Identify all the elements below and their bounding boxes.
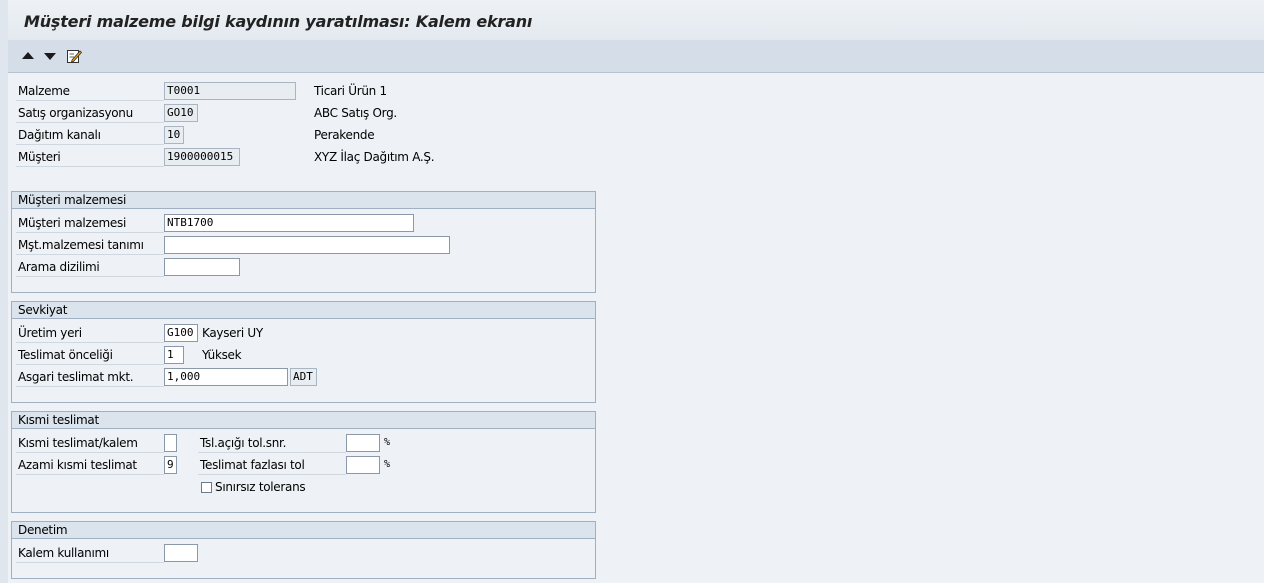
underdelivery-label: Tsl.açığı tol.snr. [198,433,346,453]
cust-material-desc-input[interactable] [164,236,450,254]
max-partial-input[interactable]: 9 [164,456,177,474]
underdelivery-unit: % [384,437,391,448]
unlimited-tolerance-label: Sınırsız tolerans [215,480,306,494]
item-usage-label: Kalem kullanımı [16,543,164,563]
underdelivery-input[interactable] [346,434,380,452]
channel-desc: Perakende [314,128,375,142]
partial-item-label: Kısmi teslimat/kalem [16,433,164,453]
search-term-label: Arama dizilimi [16,257,164,277]
cust-material-input[interactable]: NTB1700 [164,214,414,232]
edit-icon[interactable] [66,48,82,64]
overdelivery-input[interactable] [346,456,380,474]
min-qty-label: Asgari teslimat mkt. [16,367,164,387]
unit-field[interactable]: ADT [290,368,317,386]
channel-field[interactable]: 10 [164,126,184,144]
group-title: Sevkiyat [12,302,595,319]
salesorg-label: Satış organizasyonu [16,103,164,123]
item-usage-input[interactable] [164,544,198,562]
customer-label: Müşteri [16,147,164,167]
priority-desc: Yüksek [202,348,242,362]
priority-input[interactable]: 1 [164,346,184,364]
customer-desc: XYZ İlaç Dağıtım A.Ş. [314,150,435,164]
overdelivery-label: Teslimat fazlası tol [198,455,346,475]
cust-material-label: Müşteri malzemesi [16,213,164,233]
partial-item-input[interactable] [164,434,177,452]
max-partial-label: Azami kısmi teslimat [16,455,164,475]
main-content: Malzeme T0001 Ticari Ürün 1 Satış organi… [8,73,1264,583]
title-bar: Müşteri malzeme bilgi kaydının yaratılma… [8,0,1264,41]
group-title: Denetim [12,522,595,539]
salesorg-field[interactable]: GO10 [164,104,198,122]
search-term-input[interactable] [164,258,240,276]
salesorg-desc: ABC Satış Org. [314,106,397,120]
group-title: Müşteri malzemesi [12,192,595,209]
plant-input[interactable]: G100 [164,324,198,342]
cust-material-desc-label: Mşt.malzemesi tanımı [16,235,164,255]
group-title: Kısmi teslimat [12,412,595,429]
customer-field[interactable]: 1900000015 [164,148,240,166]
plant-desc: Kayseri UY [202,326,263,340]
arrow-down-icon[interactable] [42,48,58,64]
material-desc: Ticari Ürün 1 [314,84,387,98]
min-qty-input[interactable]: 1,000 [164,368,288,386]
arrow-up-icon[interactable] [20,48,36,64]
priority-label: Teslimat önceliği [16,345,164,365]
plant-label: Üretim yeri [16,323,164,343]
material-field[interactable]: T0001 [164,82,296,100]
channel-label: Dağıtım kanalı [16,125,164,145]
toolbar [8,40,1264,73]
page-title: Müşteri malzeme bilgi kaydının yaratılma… [24,12,533,31]
overdelivery-unit: % [384,459,391,470]
material-label: Malzeme [16,81,164,101]
unlimited-tolerance-checkbox[interactable] [201,482,212,493]
